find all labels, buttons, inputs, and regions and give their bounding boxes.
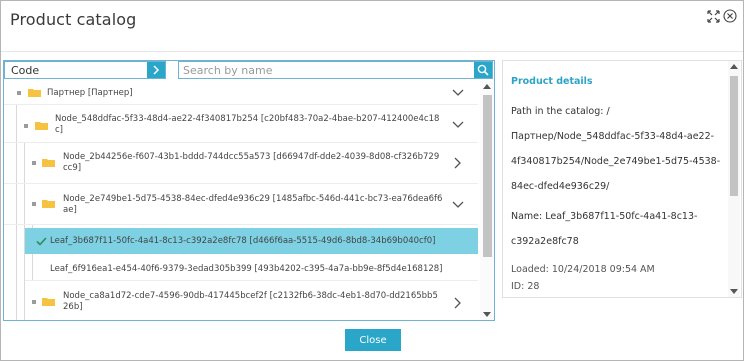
tree-item-label: Node_2e749be1-5d75-4538-84ec-dfed4e936c2… (63, 194, 443, 215)
tree-bullet-icon (17, 91, 21, 95)
tree-item-selected[interactable]: Leaf_3b687f11-50fc-4a41-8c13-c392a2e8fc7… (25, 228, 478, 254)
details-name: Name: Leaf_3b687f11-50fc-4a41-8c13-c392a… (511, 211, 698, 247)
check-icon (36, 237, 47, 246)
catalog-tree: Партнер [Партнер] Node_548ddfac-5f33-48d… (4, 81, 478, 320)
tree-item-label: Node_548ddfac-5f33-48d4-ae22-4f340817b25… (55, 114, 440, 135)
tree-bullet-icon (24, 124, 28, 128)
code-select[interactable]: Code (4, 61, 166, 79)
search-field[interactable] (178, 61, 493, 79)
scrollbar-thumb[interactable] (483, 95, 492, 257)
code-select-value: Code (11, 64, 40, 77)
scroll-down-icon[interactable] (483, 312, 491, 317)
tree-item[interactable]: Node_2b44256e-f607-43b1-bddd-744dcc55a57… (4, 144, 478, 184)
tree-item[interactable]: Leaf_6f916ea1-e454-40f6-9379-3edad305b39… (25, 256, 478, 281)
chevron-down-icon[interactable] (452, 201, 464, 209)
scroll-up-icon[interactable] (483, 84, 491, 89)
details-path: Path in the catalog: / Партнер/Node_548d… (511, 106, 721, 192)
details-loaded: Loaded: 10/24/2018 09:54 AM (511, 264, 655, 275)
tree-item-label: Leaf_6f916ea1-e454-40f6-9379-3edad305b39… (50, 264, 443, 274)
tree-scrollbar[interactable] (480, 81, 494, 320)
tree-item-label: Node_ca8a1d72-cde7-4596-90db-417445bcef2… (63, 291, 438, 312)
tree-item-label: Партнер [Партнер] (47, 88, 133, 98)
scroll-up-icon[interactable] (730, 64, 738, 69)
tree-item-label: Node_2b44256e-f607-43b1-bddd-744dcc55a57… (63, 152, 440, 173)
tree-item[interactable]: Node_2e749be1-5d75-4538-84ec-dfed4e936c2… (4, 185, 478, 225)
tree-bullet-icon (32, 161, 36, 165)
details-id: ID: 28 (511, 281, 540, 292)
dialog-title: Product catalog (10, 10, 137, 29)
product-catalog-dialog: Product catalog Code Партнер [Партнер] (0, 0, 744, 361)
search-button[interactable] (474, 62, 492, 78)
fullscreen-icon[interactable] (707, 9, 720, 23)
header-divider (1, 51, 743, 52)
code-select-button[interactable] (147, 62, 165, 78)
tree-item[interactable]: Node_548ddfac-5f33-48d4-ae22-4f340817b25… (4, 106, 478, 143)
tree-bullet-icon (32, 202, 36, 206)
chevron-right-icon[interactable] (454, 157, 462, 169)
details-scrollbar[interactable] (728, 61, 740, 297)
chevron-down-icon[interactable] (452, 89, 464, 97)
folder-icon (35, 122, 48, 130)
tree-item[interactable]: Партнер [Партнер] (4, 81, 478, 105)
close-icon[interactable] (723, 9, 737, 23)
search-icon (477, 64, 489, 76)
scrollbar-thumb[interactable] (730, 76, 738, 196)
folder-icon (42, 298, 55, 306)
folder-icon (42, 159, 55, 167)
folder-icon (28, 89, 41, 97)
tree-item[interactable]: Node_ca8a1d72-cde7-4596-90db-417445bcef2… (4, 282, 478, 320)
window-controls (707, 9, 737, 23)
product-details-panel: Product details Path in the catalog: / П… (502, 60, 742, 298)
details-title: Product details (511, 76, 593, 87)
close-button[interactable]: Close (345, 329, 401, 351)
scroll-down-icon[interactable] (730, 289, 738, 294)
chevron-right-icon (153, 65, 160, 75)
search-input[interactable] (183, 63, 473, 77)
chevron-right-icon[interactable] (454, 297, 462, 309)
chevron-down-icon[interactable] (452, 121, 464, 129)
folder-icon (42, 200, 55, 208)
tree-bullet-icon (32, 300, 36, 304)
tree-item-label: Leaf_3b687f11-50fc-4a41-8c13-c392a2e8fc7… (50, 236, 436, 246)
